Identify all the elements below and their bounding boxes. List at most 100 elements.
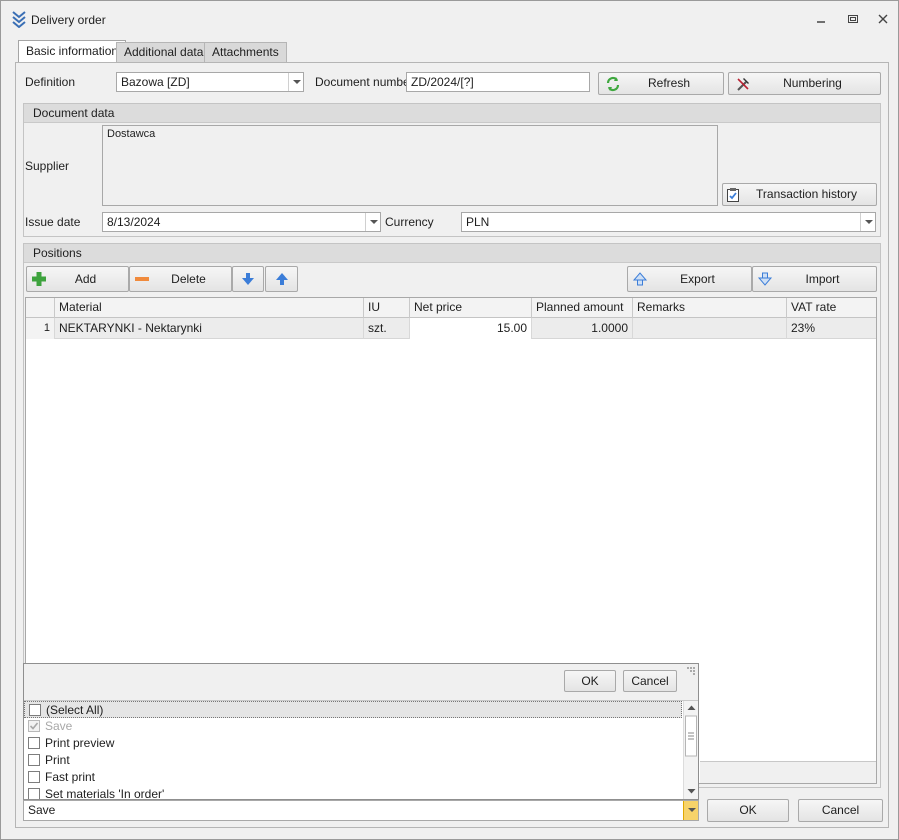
delete-label: Delete	[171, 272, 206, 286]
close-icon	[878, 14, 888, 24]
grid-footer	[700, 761, 876, 783]
cell-iu[interactable]: szt.	[364, 318, 410, 339]
restore-icon	[848, 15, 858, 23]
action-checklist: (Select All) Save Print preview Print Fa…	[24, 701, 682, 799]
item-label: Set materials 'In order'	[45, 787, 165, 799]
supplier-field[interactable]: Dostawca	[102, 125, 718, 206]
action-dropdown-popup[interactable]: OK Cancel (Select All) Save Print previe…	[23, 663, 699, 800]
checkbox[interactable]	[28, 788, 40, 799]
column-header-remarks[interactable]: Remarks	[633, 298, 787, 318]
item-label: (Select All)	[46, 703, 104, 717]
chevron-down-icon[interactable]	[288, 73, 303, 91]
checkbox[interactable]	[28, 737, 40, 749]
chevron-down-icon[interactable]	[683, 801, 698, 820]
column-header-material[interactable]: Material	[55, 298, 364, 318]
document-number-label: Document number	[315, 75, 414, 89]
positions-header: Positions	[24, 244, 880, 263]
currency-label: Currency	[385, 215, 434, 229]
checkbox[interactable]	[29, 704, 41, 716]
definition-value: Bazowa [ZD]	[121, 75, 190, 89]
action-combo[interactable]: Save	[23, 800, 699, 821]
tab-attachments[interactable]: Attachments	[204, 42, 287, 63]
currency-combo[interactable]: PLN	[461, 212, 876, 232]
move-down-button[interactable]	[232, 266, 264, 292]
tab-basic-information[interactable]: Basic information	[18, 40, 127, 64]
document-number-field[interactable]: ZD/2024/[?]	[406, 72, 590, 92]
chevrons-down-icon	[12, 11, 26, 28]
window-title: Delivery order	[31, 13, 106, 27]
close-button[interactable]	[876, 12, 890, 26]
refresh-button[interactable]: Refresh	[598, 72, 724, 95]
scrollbar[interactable]	[683, 701, 698, 799]
supplier-value: Dostawca	[107, 128, 156, 140]
add-label: Add	[74, 272, 97, 286]
resize-grip-icon[interactable]	[686, 666, 696, 676]
import-arrow-down-icon	[757, 272, 773, 286]
table-row[interactable]: 1 NEKTARYNKI - Nektarynki szt. 15.00 1.0…	[26, 318, 876, 339]
row-indicator-header	[26, 298, 55, 318]
supplier-label: Supplier	[25, 159, 70, 173]
cell-vat-rate[interactable]: 23%	[787, 318, 876, 339]
cancel-button[interactable]: Cancel	[798, 799, 883, 822]
list-item-print-preview[interactable]: Print preview	[24, 735, 682, 752]
item-label: Print	[45, 753, 70, 767]
item-label: Print preview	[45, 736, 115, 750]
arrow-down-icon	[242, 273, 254, 285]
list-item-fast-print[interactable]: Fast print	[24, 769, 682, 786]
definition-combo[interactable]: Bazowa [ZD]	[116, 72, 304, 92]
add-button[interactable]: Add	[26, 266, 129, 292]
chevron-down-icon[interactable]	[860, 213, 875, 231]
list-item-select-all[interactable]: (Select All)	[24, 701, 682, 718]
cell-net-price[interactable]: 15.00	[410, 318, 532, 339]
transaction-history-label: Transaction history	[756, 187, 857, 201]
currency-value: PLN	[466, 215, 490, 229]
cell-planned-amount[interactable]: 1.0000	[532, 318, 633, 339]
import-label: Import	[805, 272, 840, 286]
chevron-down-icon[interactable]	[365, 213, 380, 231]
minimize-button[interactable]	[814, 12, 828, 26]
checkbox	[28, 720, 40, 732]
refresh-icon	[606, 76, 620, 92]
restore-button[interactable]	[846, 12, 860, 26]
scroll-down-arrow-icon[interactable]	[687, 789, 696, 794]
cell-remarks[interactable]	[633, 318, 787, 339]
tab-additional-data[interactable]: Additional data	[116, 42, 212, 63]
issue-date-value: 8/13/2024	[107, 215, 161, 229]
import-button[interactable]: Import	[752, 266, 877, 292]
scrollbar-graphics	[685, 705, 697, 794]
minimize-icon	[817, 21, 825, 23]
title-bar[interactable]: Delivery order	[1, 1, 898, 37]
checkbox[interactable]	[28, 754, 40, 766]
issue-date-field[interactable]: 8/13/2024	[102, 212, 381, 232]
action-combo-value: Save	[28, 803, 56, 817]
checkbox[interactable]	[28, 771, 40, 783]
column-header-vat-rate[interactable]: VAT rate	[787, 298, 876, 318]
issue-date-label: Issue date	[25, 215, 81, 229]
popup-ok-button[interactable]: OK	[564, 670, 616, 692]
transaction-history-button[interactable]: Transaction history	[722, 183, 877, 206]
clipboard-check-icon	[727, 188, 739, 202]
column-header-planned-amount[interactable]: Planned amount	[532, 298, 633, 318]
item-label: Fast print	[45, 770, 96, 784]
delivery-order-window: Delivery order Basic information Additio…	[0, 0, 899, 840]
list-item-set-materials-in-order[interactable]: Set materials 'In order'	[24, 786, 682, 799]
column-header-net-price[interactable]: Net price	[410, 298, 532, 318]
refresh-label: Refresh	[647, 76, 691, 90]
column-header-iu[interactable]: IU	[364, 298, 410, 318]
move-up-button[interactable]	[265, 266, 298, 292]
document-data-header: Document data	[24, 104, 880, 123]
plus-icon	[32, 272, 46, 286]
ok-button[interactable]: OK	[707, 799, 789, 822]
item-label: Save	[45, 719, 73, 733]
cell-material[interactable]: NEKTARYNKI - Nektarynki	[55, 318, 364, 339]
popup-cancel-button[interactable]: Cancel	[623, 670, 677, 692]
export-button[interactable]: Export	[627, 266, 752, 292]
numbering-label: Numbering	[783, 76, 842, 90]
list-item-print[interactable]: Print	[24, 752, 682, 769]
scroll-up-arrow-icon[interactable]	[687, 705, 696, 711]
numbering-button[interactable]: Numbering	[728, 72, 881, 95]
minus-icon	[135, 277, 149, 281]
popup-toolbar: OK Cancel	[24, 664, 698, 701]
delete-button[interactable]: Delete	[129, 266, 232, 292]
checkmark-icon	[29, 722, 39, 730]
